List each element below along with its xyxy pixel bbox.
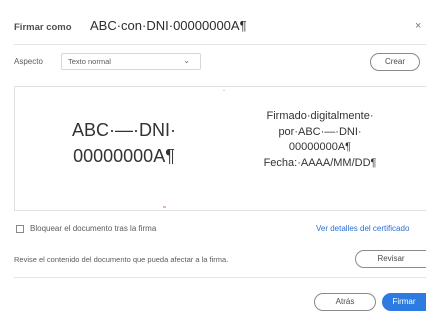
preview-detail-line: por·ABC·—·DNI· (278, 125, 362, 138)
chevron-down-icon: ⌄ (183, 56, 190, 65)
preview-name-line: 00000000A¶ (73, 146, 175, 166)
signer-identity: ABC·con·DNI·00000000A¶ (90, 18, 247, 33)
certificate-details-link[interactable]: Ver detalles del certificado (316, 224, 409, 233)
preview-signer-name: ABC·—·DNI· 00000000A¶ (19, 117, 229, 169)
preview-name-line: ABC·—·DNI· (72, 120, 176, 140)
appearance-selected-value: Texto normal (68, 57, 111, 66)
close-icon[interactable]: × (415, 20, 421, 32)
lock-document-checkbox[interactable] (16, 225, 24, 233)
preview-marker (223, 90, 225, 91)
preview-detail-line: Firmado·digitalmente· (266, 110, 374, 122)
lock-document-label[interactable]: Bloquear el documento tras la firma (30, 224, 156, 233)
review-button[interactable]: Revisar (355, 250, 426, 268)
signature-preview: ABC·—·DNI· 00000000A¶ Firmado·digitalmen… (14, 86, 426, 211)
create-button[interactable]: Crear (370, 53, 420, 71)
back-button[interactable]: Atrás (314, 293, 376, 311)
header-divider (14, 44, 426, 45)
footer-divider (14, 277, 426, 278)
preview-marker (163, 206, 166, 208)
appearance-select[interactable]: Texto normal ⌄ (61, 53, 201, 70)
preview-detail-line: Fecha:·AAAA/MM/DD¶ (263, 156, 377, 169)
sign-button[interactable]: Firmar (382, 293, 426, 311)
review-notice: Revise el contenido del documento que pu… (14, 255, 229, 264)
appearance-label: Aspecto (14, 57, 43, 66)
preview-signature-details: Firmado·digitalmente· por·ABC·—·DNI· 000… (230, 109, 410, 171)
sign-as-label: Firmar como (14, 22, 72, 33)
preview-detail-line: 00000000A¶ (288, 141, 352, 153)
